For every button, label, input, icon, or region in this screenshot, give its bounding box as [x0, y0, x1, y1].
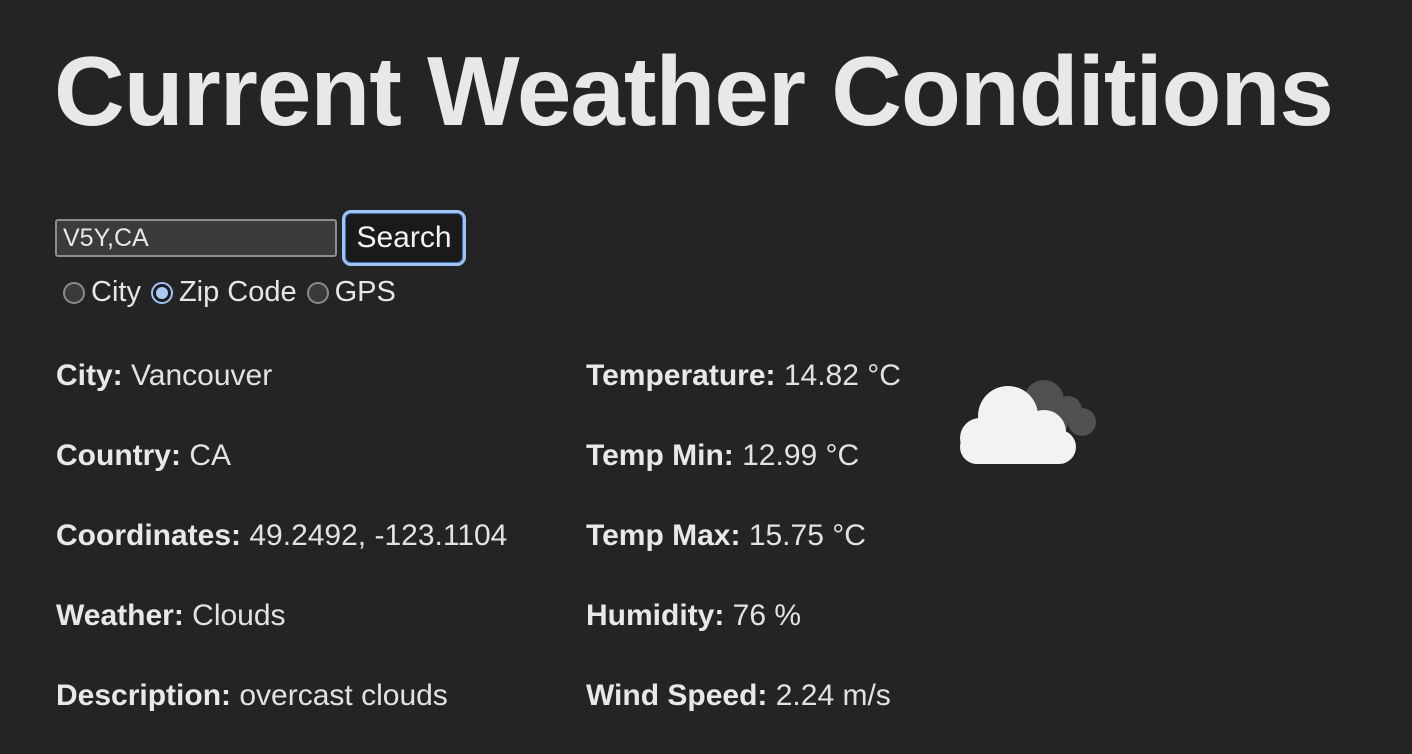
temp-min-row: Temp Min: 12.99 °C: [586, 436, 901, 516]
weather-label: Weather:: [56, 599, 184, 632]
radio-city-label: City: [91, 276, 141, 308]
country-row: Country: CA: [56, 436, 507, 516]
temperature-row: Temperature: 14.82 °C: [586, 356, 901, 436]
temperature-value: 14.82 °C: [783, 359, 901, 392]
weather-row: Weather: Clouds: [56, 596, 507, 676]
description-value: overcast clouds: [239, 679, 448, 712]
radio-city-indicator[interactable]: [63, 281, 85, 304]
overcast-clouds-icon: [960, 380, 1096, 464]
weather-page: Current Weather Conditions Search City Z…: [0, 0, 1412, 754]
temp-min-label: Temp Min:: [586, 439, 734, 472]
coordinates-value: 49.2492, -123.1104: [249, 519, 508, 552]
country-value: CA: [189, 439, 232, 472]
temperature-label: Temperature:: [586, 359, 776, 392]
search-mode-group: City Zip Code GPS: [63, 276, 406, 309]
description-label: Description:: [56, 679, 232, 712]
humidity-value: 76 %: [732, 599, 802, 632]
radio-city[interactable]: City: [63, 276, 141, 309]
radio-zip-code[interactable]: Zip Code: [150, 276, 297, 309]
location-details: City: Vancouver Country: CA Coordinates:…: [56, 356, 507, 754]
radio-zip-code-indicator[interactable]: [150, 281, 173, 304]
temp-max-value: 15.75 °C: [748, 519, 866, 552]
search-button[interactable]: Search: [342, 210, 466, 266]
search-input[interactable]: [55, 219, 337, 257]
temp-min-value: 12.99 °C: [742, 439, 860, 472]
city-label: City:: [56, 359, 123, 392]
wind-speed-row: Wind Speed: 2.24 m/s: [586, 676, 901, 754]
radio-gps-indicator[interactable]: [306, 281, 329, 304]
temp-max-row: Temp Max: 15.75 °C: [586, 516, 901, 596]
page-title: Current Weather Conditions: [54, 36, 1334, 146]
coordinates-label: Coordinates:: [56, 519, 242, 552]
country-label: Country:: [56, 439, 181, 472]
temp-max-label: Temp Max:: [586, 519, 741, 552]
wind-speed-value: 2.24 m/s: [775, 679, 891, 712]
coordinates-row: Coordinates: 49.2492, -123.1104: [56, 516, 507, 596]
wind-speed-label: Wind Speed:: [586, 679, 768, 712]
radio-gps[interactable]: GPS: [306, 276, 396, 309]
weather-value: Clouds: [192, 599, 286, 632]
radio-gps-label: GPS: [334, 276, 396, 308]
search-bar: Search: [55, 210, 466, 266]
description-row: Description: overcast clouds: [56, 676, 507, 754]
humidity-row: Humidity: 76 %: [586, 596, 901, 676]
condition-details: Temperature: 14.82 °C Temp Min: 12.99 °C…: [586, 356, 901, 754]
humidity-label: Humidity:: [586, 599, 725, 632]
city-row: City: Vancouver: [56, 356, 507, 436]
city-value: Vancouver: [131, 359, 273, 392]
radio-zip-code-label: Zip Code: [178, 276, 297, 308]
